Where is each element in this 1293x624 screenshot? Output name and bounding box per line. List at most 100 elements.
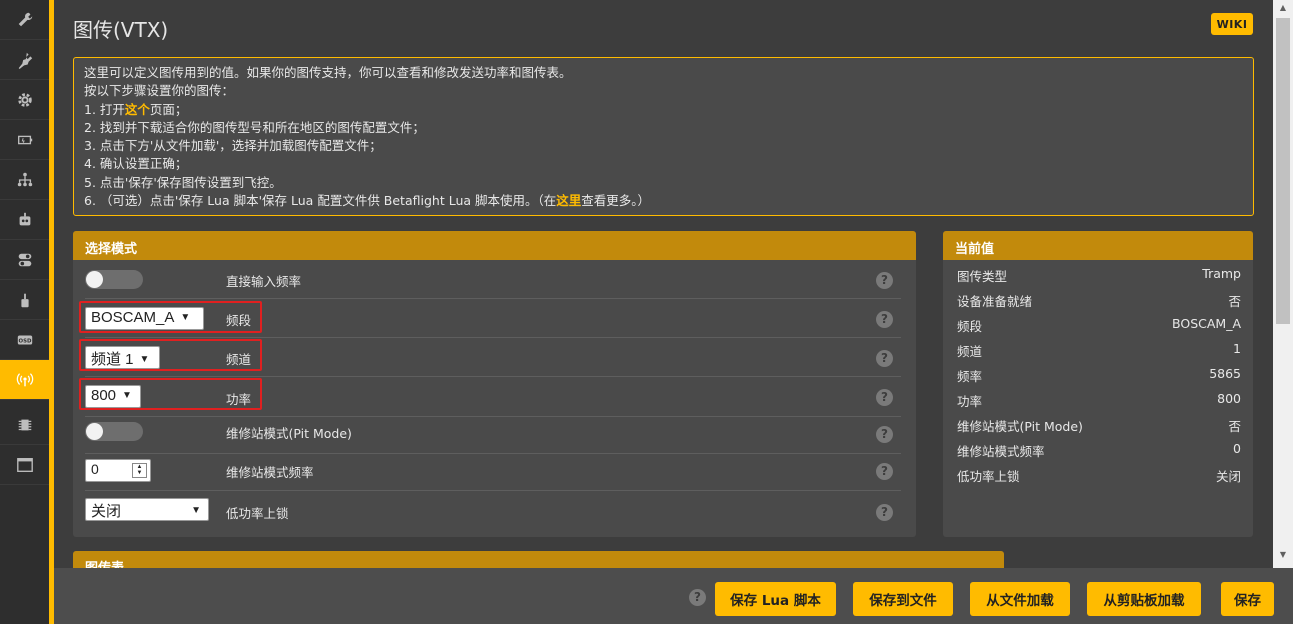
save-to-file-button[interactable]: 保存到文件 [853,582,953,616]
sidebar-item-cli[interactable] [0,445,49,485]
highlight-box-channel [79,339,262,371]
row-pit-mode-frequency: 0 ▲ ▼ 维修站模式频率 ? [85,452,901,491]
current-key: 低功率上锁 [957,469,1020,484]
current-value: 否 [1228,294,1241,309]
current-value: 0 [1233,441,1241,456]
current-values-panel: 当前值 图传类型 Tramp 设备准备就绪否 频段 BOSCAM_A 频道 1 频率 5… [943,231,1253,537]
vtx-tables-link[interactable]: 这个 [125,102,150,117]
current-value-row: 维修站模式频率 0 [957,441,1241,460]
sidebar-item-failsafe[interactable] [0,160,49,200]
select-value: 关闭 [91,503,122,520]
instructions-note: 这里可以定义图传用到的值。如果你的图传支持，你可以查看和修改发送功率和图传表。 … [73,57,1254,216]
current-value: BOSCAM_A [1172,316,1241,331]
motor-icon [20,293,29,307]
battery-icon [17,135,32,144]
select-mode-panel: 选择模式 直接输入频率 ? BOSCAM_A ▼ 频段 ? 频道 1 ▼ 频道 ? … [73,231,916,537]
help-icon[interactable]: ? [876,389,893,406]
note-text: 查看更多。） [581,193,651,209]
help-icon[interactable]: ? [876,504,893,521]
note-line: 2. 找到并下载适合你的图传型号和所在地区的图传配置文件； [84,119,425,135]
sidebar-item-setup[interactable] [0,0,49,40]
current-value-row: 频段 BOSCAM_A [957,316,1241,335]
current-key: 频道 [957,344,983,359]
current-value-row: 设备准备就绪 否 [957,291,1241,310]
row-label: 维修站模式频率 [226,465,314,480]
load-from-clipboard-button[interactable]: 从剪贴板加载 [1087,582,1201,616]
current-key: 维修站模式(Pit Mode) [957,419,1083,434]
antenna-icon [16,372,33,386]
window-icon [16,457,33,472]
direct-frequency-toggle[interactable] [85,270,143,289]
current-key: 功率 [957,394,983,409]
help-icon[interactable]: ? [876,311,893,328]
scrollbar[interactable]: ▲ ▼ [1273,0,1293,568]
row-direct-frequency: 直接输入频率 ? [85,260,901,299]
sidebar-item-receiver[interactable] [0,200,49,240]
load-from-file-button[interactable]: 从文件加载 [970,582,1070,616]
current-key: 设备准备就绪 [957,294,1033,309]
sidebar: OSD [0,0,49,624]
sidebar-item-power[interactable] [0,120,49,160]
current-value: 1 [1233,341,1241,356]
sidebar-item-osd[interactable]: OSD [0,320,49,360]
scroll-up-icon[interactable]: ▲ [1273,0,1293,16]
row-low-power-disarm: 关闭 ▼ 低功率上锁 ? [85,491,901,530]
lua-info-link[interactable]: 这里 [556,193,581,208]
row-label: 维修站模式(Pit Mode) [226,426,352,441]
chip-icon [18,419,31,430]
panel-title: 当前值 [943,231,1253,260]
current-value: 800 [1217,391,1241,406]
network-icon [17,172,32,186]
current-value-row: 频道 1 [957,341,1241,360]
current-key: 频率 [957,369,983,384]
note-line: 4. 确认设置正确； [84,156,188,172]
note-line: 这里可以定义图传用到的值。如果你的图传支持，你可以查看和修改发送功率和图传表。 [84,65,572,80]
scroll-down-icon[interactable]: ▼ [1273,547,1293,563]
current-value-row: 功率 800 [957,391,1241,410]
sidebar-item-configuration[interactable] [0,80,49,120]
pit-mode-toggle[interactable] [85,422,143,441]
current-value-row: 图传类型 Tramp [957,266,1241,285]
current-value: Tramp [1202,266,1241,281]
row-label: 直接输入频率 [226,274,302,289]
current-value-row: 低功率上锁 关闭 [957,466,1241,485]
help-icon[interactable]: ? [876,463,893,480]
note-line: 3. 点击下方'从文件加载'，选择并加载图传配置文件； [84,138,382,154]
dropdown-arrow-icon: ▼ [191,505,201,516]
panel-title: 选择模式 [73,231,916,260]
current-key: 频段 [957,319,983,334]
vtx-table-panel: 图传表 [73,551,1004,568]
low-power-disarm-select[interactable]: 关闭 ▼ [85,498,209,521]
sidebar-item-modes[interactable] [0,240,49,280]
current-value-row: 维修站模式(Pit Mode) 否 [957,416,1241,435]
note-line: 6. （可选）点击'保存 Lua 脚本'保存 Lua 配置文件供 Betafli… [84,192,1243,210]
save-button[interactable]: 保存 [1221,582,1274,616]
page-title: 图传(VTX) [73,18,169,42]
help-icon[interactable]: ? [689,589,706,606]
sidebar-item-motors[interactable] [0,280,49,320]
help-icon[interactable]: ? [876,426,893,443]
pit-mode-frequency-input[interactable]: 0 ▲ ▼ [85,459,151,482]
note-line: 5. 点击'保存'保存图传设置到飞控。 [84,174,282,190]
osd-icon: OSD [17,335,32,344]
sidebar-item-ports[interactable] [0,40,49,80]
help-icon[interactable]: ? [876,350,893,367]
current-value: 关闭 [1215,469,1241,484]
footer-toolbar: ? 保存 Lua 脚本 保存到文件 从文件加载 从剪贴板加载 保存 [54,568,1293,624]
scroll-thumb[interactable] [1276,18,1290,324]
current-key: 维修站模式频率 [957,444,1045,459]
main-content: 图传(VTX) WIKI 这里可以定义图传用到的值。如果你的图传支持，你可以查看… [54,0,1273,568]
sidebar-item-vtx[interactable] [0,360,49,400]
current-value: 否 [1228,419,1241,434]
row-label: 低功率上锁 [226,506,289,521]
robot-icon [19,212,30,225]
save-lua-script-button[interactable]: 保存 Lua 脚本 [715,582,836,616]
spinner-icon[interactable]: ▲ ▼ [132,463,147,478]
help-icon[interactable]: ? [876,272,893,289]
note-text: 页面； [149,101,188,117]
wiki-button[interactable]: WIKI [1211,13,1253,35]
note-line: 1. 打开这个页面； [84,101,1243,119]
highlight-box-power [79,378,262,410]
sidebar-item-sensors[interactable] [0,405,49,445]
wrench-icon [18,12,32,26]
